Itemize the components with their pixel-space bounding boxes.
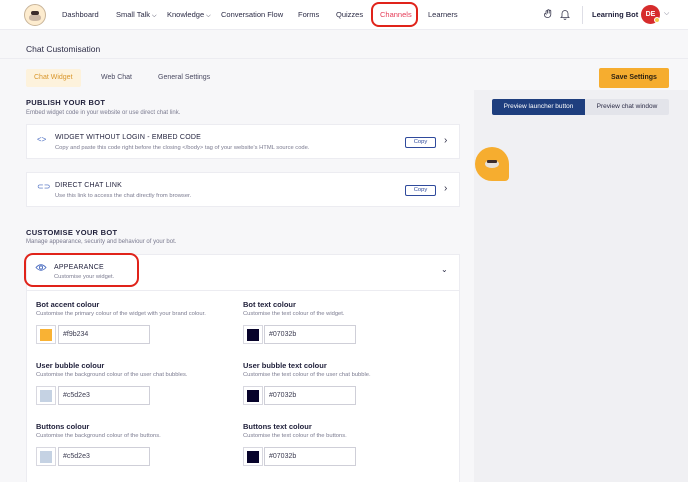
page-title: Chat Customisation [26, 44, 101, 54]
chevron-down-icon: ⌵ [206, 13, 211, 19]
nav-divider [582, 6, 583, 24]
copy-link-button[interactable]: Copy [405, 185, 436, 196]
appearance-highlight [24, 253, 139, 287]
buttons-colour-desc: Customise the background colour of the b… [36, 433, 161, 439]
tab-web-chat[interactable]: Web Chat [93, 69, 140, 87]
divider [0, 58, 688, 59]
user-bubble-text-label: User bubble text colour [243, 361, 327, 370]
publish-subtitle: Embed widget code in your website or use… [26, 110, 181, 116]
direct-link-card[interactable]: ⊂⊃ DIRECT CHAT LINK Use this link to acc… [26, 172, 460, 207]
nav-forms[interactable]: Forms [298, 10, 319, 19]
customise-subtitle: Manage appearance, security and behaviou… [26, 239, 177, 245]
nav-learners[interactable]: Learners [428, 10, 458, 19]
divider [27, 290, 459, 291]
chevron-right-icon[interactable]: › [444, 183, 447, 194]
link-icon: ⊂⊃ [37, 182, 51, 191]
save-settings-button[interactable]: Save Settings [599, 68, 669, 88]
chevron-down-icon: ⌵ [152, 13, 157, 19]
buttons-text-label: Buttons text colour [243, 422, 312, 431]
user-bubble-swatch[interactable] [36, 386, 56, 405]
chat-launcher-button[interactable] [475, 147, 509, 181]
code-icon: <> [37, 135, 47, 144]
user-bubble-desc: Customise the background colour of the u… [36, 372, 188, 378]
preview-chat-window-button[interactable]: Preview chat window [585, 99, 669, 115]
bot-text-label: Bot text colour [243, 300, 296, 309]
user-bubble-input[interactable]: #c5d2e3 [58, 386, 150, 405]
user-bubble-label: User bubble colour [36, 361, 105, 370]
bot-accent-desc: Customise the primary colour of the widg… [36, 311, 206, 317]
embed-code-card[interactable]: <> WIDGET WITHOUT LOGIN - EMBED CODE Cop… [26, 124, 460, 159]
user-bubble-text-swatch[interactable] [243, 386, 263, 405]
buttons-colour-swatch[interactable] [36, 447, 56, 466]
buttons-colour-input[interactable]: #c5d2e3 [58, 447, 150, 466]
embed-desc: Copy and paste this code right before th… [55, 145, 310, 151]
bot-accent-input[interactable]: #f9b234 [58, 325, 150, 344]
bell-icon[interactable] [559, 8, 571, 20]
direct-link-desc: Use this link to access the chat directl… [55, 193, 192, 199]
chevron-right-icon[interactable]: › [444, 135, 447, 146]
top-nav: Dashboard Small Talk ⌵ Knowledge ⌵ Convers… [0, 0, 688, 30]
buttons-text-input[interactable]: #07032b [264, 447, 356, 466]
bot-accent-swatch[interactable] [36, 325, 56, 344]
bot-text-desc: Customise the text colour of the widget. [243, 311, 345, 317]
bot-accent-label: Bot accent colour [36, 300, 100, 309]
bot-text-input[interactable]: #07032b [264, 325, 356, 344]
user-bubble-text-desc: Customise the text colour of the user ch… [243, 372, 371, 378]
hand-icon[interactable] [543, 8, 555, 20]
preview-launcher-button[interactable]: Preview launcher button [492, 99, 585, 115]
tab-chat-widget[interactable]: Chat Widget [26, 69, 81, 87]
nav-quizzes[interactable]: Quizzes [336, 10, 363, 19]
publish-heading: PUBLISH YOUR BOT [26, 98, 106, 107]
nav-knowledge[interactable]: Knowledge ⌵ [167, 10, 211, 20]
avatar-status-dot [654, 17, 660, 23]
channels-highlight [371, 2, 418, 27]
chevron-down-icon[interactable]: ⌵ [664, 10, 669, 18]
preview-panel [474, 90, 688, 482]
bot-text-swatch[interactable] [243, 325, 263, 344]
nav-conversation-flow[interactable]: Conversation Flow [221, 10, 283, 19]
buttons-text-desc: Customise the text colour of the buttons… [243, 433, 347, 439]
bot-logo[interactable] [24, 4, 46, 26]
buttons-text-swatch[interactable] [243, 447, 263, 466]
user-name: Learning Bot [592, 10, 639, 19]
embed-title: WIDGET WITHOUT LOGIN - EMBED CODE [55, 134, 201, 141]
buttons-colour-label: Buttons colour [36, 422, 90, 431]
nav-dashboard[interactable]: Dashboard [62, 10, 99, 19]
chevron-down-icon[interactable]: ⌄ [441, 265, 448, 274]
tab-general-settings[interactable]: General Settings [150, 69, 218, 87]
customise-heading: CUSTOMISE YOUR BOT [26, 228, 118, 237]
nav-small-talk[interactable]: Small Talk ⌵ [116, 10, 157, 20]
user-bubble-text-input[interactable]: #07032b [264, 386, 356, 405]
direct-link-title: DIRECT CHAT LINK [55, 182, 122, 189]
copy-embed-button[interactable]: Copy [405, 137, 436, 148]
